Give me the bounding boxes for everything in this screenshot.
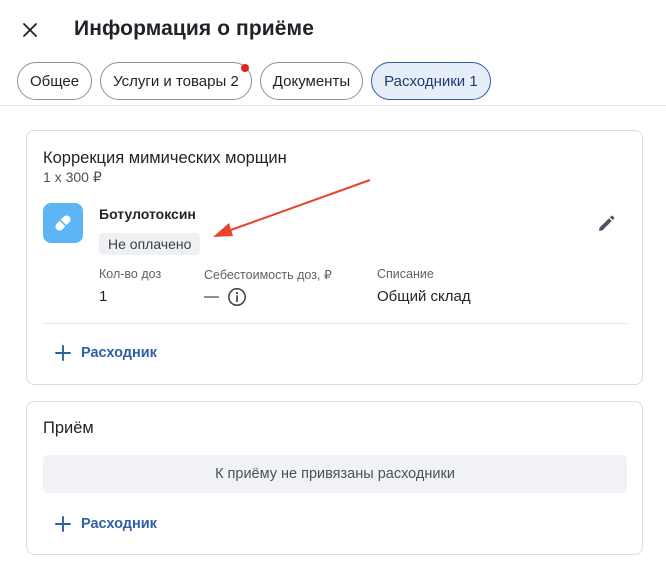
appointment-title: Приём xyxy=(43,419,94,437)
tab-label: Расходники 1 xyxy=(384,72,478,90)
edit-button[interactable] xyxy=(593,211,619,237)
notification-dot xyxy=(240,64,249,72)
add-consumable-label: Расходник xyxy=(81,516,157,532)
tab-label: Документы xyxy=(272,72,351,90)
empty-state: К приёму не привязаны расходники xyxy=(43,455,627,493)
add-consumable-button[interactable]: Расходник xyxy=(55,516,157,532)
dialog-title: Информация о приёме xyxy=(74,17,314,40)
add-consumable-label: Расходник xyxy=(81,345,157,361)
tab-services-goods[interactable]: Услуги и товары 2 xyxy=(100,62,252,100)
cost-label: Себестоимость доз, ₽ xyxy=(204,268,332,282)
tab-documents[interactable]: Документы xyxy=(259,62,364,100)
writeoff-value: Общий склад xyxy=(377,288,471,305)
payment-status-badge: Не оплачено xyxy=(99,233,201,255)
dose-count-value: 1 xyxy=(99,288,108,305)
add-consumable-button[interactable]: Расходник xyxy=(55,345,157,361)
tab-general[interactable]: Общее xyxy=(17,62,93,100)
service-title: Коррекция мимических морщин xyxy=(43,149,287,167)
close-icon xyxy=(23,23,37,37)
plus-icon xyxy=(55,345,71,361)
info-icon[interactable] xyxy=(227,287,247,307)
consumable-name: Ботулотоксин xyxy=(99,206,196,222)
writeoff-label: Списание xyxy=(377,267,434,281)
service-card: Коррекция мимических морщин 1 x 300 ₽ Бо… xyxy=(26,130,643,385)
pencil-icon xyxy=(599,215,615,231)
tab-label: Услуги и товары 2 xyxy=(113,72,239,90)
tab-label: Общее xyxy=(30,72,80,90)
dialog-header: Информация о приёме xyxy=(0,0,666,60)
plus-icon xyxy=(55,516,71,532)
header-divider xyxy=(0,105,666,106)
service-price: 1 x 300 ₽ xyxy=(43,169,102,185)
appointment-card: Приём К приёму не привязаны расходники Р… xyxy=(26,401,643,555)
close-button[interactable] xyxy=(17,17,43,43)
card-divider xyxy=(43,323,627,324)
tab-bar: Общее Услуги и товары 2 Документы Расход… xyxy=(17,62,491,100)
tab-consumables[interactable]: Расходники 1 xyxy=(371,62,491,100)
pill-icon xyxy=(43,203,83,243)
cost-value: — xyxy=(204,288,219,305)
dose-count-label: Кол-во доз xyxy=(99,267,162,281)
